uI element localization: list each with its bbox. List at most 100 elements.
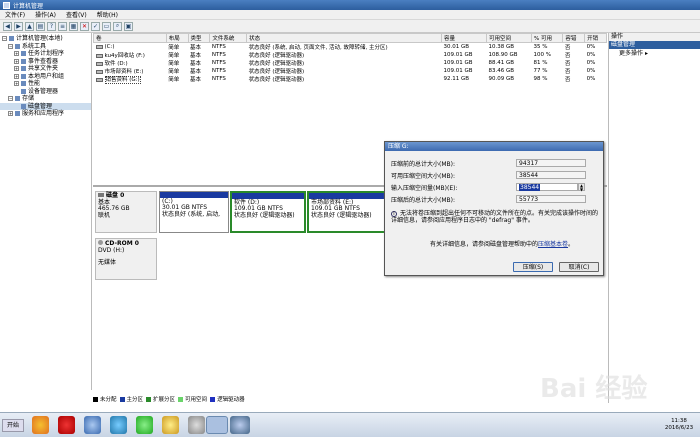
column-header[interactable]: 可用空间 [486,33,533,43]
spinner-icon[interactable]: ▲ ▼ [578,183,585,191]
app-icon-3[interactable] [84,416,101,434]
partition-c[interactable]: (C:) 30.01 GB NTFS 状态良好 (系统, 启动, [159,191,229,233]
available-value: 38544 [516,171,586,179]
disk-0-label[interactable]: 磁盘 0 基本 465.76 GB 联机 [95,191,157,233]
shrink-basic-volume-link[interactable]: 压缩基本卷 [538,241,568,248]
start-button[interactable]: 开始 [2,419,24,432]
table-cell: 10.38 GB [488,44,515,50]
app-icon-5[interactable] [136,416,153,434]
menu-help[interactable]: 帮助(H) [92,10,123,19]
actions-disk-management[interactable]: 磁盘管理 [609,41,700,49]
expand-icon[interactable]: + [14,58,19,64]
tree-item[interactable]: + 本地用户和组 [0,73,91,81]
app-icon [3,1,10,9]
delete-icon[interactable]: ✕ [80,21,89,31]
menu-action[interactable]: 操作(A) [30,10,61,19]
clock[interactable]: 11:38 2016/6/23 [660,418,698,432]
tree-item[interactable]: + 事件查看器 [0,58,91,66]
tree-item[interactable]: + 任务计划程序 [0,50,91,58]
column-header[interactable]: 类型 [187,33,211,43]
tree-item[interactable]: + 服务和应用程序 [0,110,91,118]
expand-icon[interactable]: + [14,66,19,72]
app-icon-1[interactable] [32,416,49,434]
app-icon-2[interactable] [58,416,75,434]
table-cell: ku4y回收站 (F:) [94,51,167,59]
table-row[interactable]: ku4y回收站 (F:) 简单 基本 NTFS 状态良好 (逻辑驱动器) 109.01 G… [94,51,607,59]
disk-icon [98,193,104,197]
legend-label: 逻辑驱动器 [217,397,245,403]
properties-icon[interactable]: ▦ [69,21,78,31]
table-row[interactable]: (C:) 简单 基本 NTFS 状态良好 (系统, 启动, 页面文件, 活动, 故障转储… [94,43,607,51]
help-icon[interactable]: ? [47,21,56,31]
node-icon [21,88,26,94]
actions-header: 操作 [609,33,700,41]
more-actions[interactable]: 更多操作 ▸ [609,49,700,58]
list-icon[interactable]: ≡ [58,21,67,31]
tree-item-label: 本地用户和组 [28,72,65,80]
tree-item[interactable]: + 性能 [0,80,91,88]
compress-button[interactable]: 压缩(S) [513,262,553,272]
column-header[interactable]: 容错 [562,33,586,43]
app-icon-7[interactable] [188,416,205,434]
tree-item[interactable]: − 计算机管理(本地) [0,35,91,43]
column-header[interactable]: 文件系统 [209,33,248,43]
table-cell: NTFS [211,52,226,58]
expand-icon[interactable]: + [14,51,19,57]
app-icon-8[interactable] [230,416,250,434]
table-cell: 状态良好 (逻辑驱动器) [248,77,305,83]
table-row[interactable]: 软件 (D:) 简单 基本 NTFS 状态良好 (逻辑驱动器) 109.01 GB 88.4… [94,59,607,67]
column-header[interactable]: 布局 [165,33,189,43]
cdrom-name: CD-ROM 0 [105,240,139,247]
tree-item[interactable]: +设备管理器 [0,88,91,96]
expand-icon[interactable]: − [8,43,13,49]
start-label: 开始 [6,422,19,429]
menu-file[interactable]: 文件(F) [0,10,30,19]
cancel-button[interactable]: 取消(C) [559,262,599,272]
tree-item[interactable]: + 共享文件夹 [0,65,91,73]
up-icon[interactable]: ▲ [25,21,34,31]
forward-icon[interactable]: ▶ [14,21,23,31]
table-cell: 简单 [168,61,180,67]
table-cell: 30.01 GB [443,44,470,50]
table-cell: 基本 [190,45,202,51]
tree-item[interactable]: − 系统工具 [0,43,91,51]
expand-icon[interactable]: − [2,36,7,42]
expand-icon[interactable]: + [14,73,19,79]
table-cell: NTFS [211,60,226,66]
table-row[interactable]: 销售资料 (G:) 简单 基本 NTFS 状态良好 (逻辑驱动器) 92.11 GB 90.… [94,75,607,84]
table-cell: 市场部资料 (E:) [94,67,167,75]
search-icon[interactable]: ⌕ [113,21,122,31]
tree-item-label: 事件查看器 [28,57,59,65]
back-icon[interactable]: ◀ [3,21,12,31]
tree-item[interactable]: − 存储 [0,95,91,103]
view-icon[interactable]: ▣ [124,21,133,31]
column-header[interactable]: 卷 [93,33,167,43]
column-header[interactable]: % 可用 [531,33,564,43]
open-folder-icon[interactable]: ▭ [102,21,111,31]
tree-item-label: 存储 [22,95,35,102]
cdrom-label[interactable]: CD-ROM 0 DVD (H:) 无媒体 [95,238,157,280]
note-text: 无法将卷压缩到超出任何不可移动的文件所在的点。有关完成该操作时间的详细信息，请参… [391,210,599,224]
expand-icon[interactable]: − [8,96,13,102]
table-row[interactable]: 市场部资料 (E:) 简单 基本 NTFS 状态良好 (逻辑驱动器) 109.01 GB 8… [94,67,607,75]
expand-icon[interactable]: + [8,111,13,117]
shrink-amount-input[interactable]: 38544 [516,183,578,191]
expand-icon[interactable]: + [14,81,19,87]
checkmark-icon[interactable]: ✓ [91,21,100,31]
partition-d[interactable]: 软件 (D:) 109.01 GB NTFS 状态良好 (逻辑驱动器) [230,191,306,233]
tree-item-label: 性能 [28,80,41,87]
taskbar: 开始 11:38 2016/6/23 [0,412,700,437]
column-header[interactable]: 容量 [441,33,488,43]
column-header[interactable]: 开销 [584,33,607,43]
tree-item[interactable]: +磁盘管理 [0,102,91,110]
table-cell: 销售资料 (G:) [94,75,167,84]
computer-management-task[interactable] [206,416,228,434]
app-icon-6[interactable] [162,416,179,434]
volume-table-header: 卷布局 类型 文件系统 状态 容量 可用空间% 可用 容错 开销 [93,33,607,43]
console-tree-icon[interactable]: ▤ [36,21,45,31]
menu-view[interactable]: 查看(V) [61,10,92,19]
column-header[interactable]: 状态 [246,33,443,43]
table-cell: 状态良好 (系统, 启动, 页面文件, 活动, 故障转储, 主分区) [248,45,388,51]
partition-e[interactable]: 市场部资料 (E:) 109.01 GB NTFS 状态良好 (逻辑驱动器) [307,191,387,233]
app-icon-4[interactable] [110,416,127,434]
